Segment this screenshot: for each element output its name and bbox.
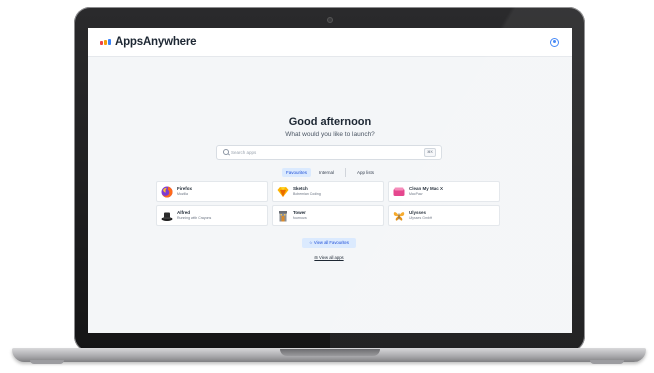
app-card-tower[interactable]: Tower fournova xyxy=(272,205,384,226)
app-card-cleanmymac[interactable]: Clean My Mac X MacPaw xyxy=(388,181,500,202)
app-publisher-label: Bohemian Coding xyxy=(293,192,321,196)
app-card-sketch[interactable]: Sketch Bohemian Coding xyxy=(272,181,384,202)
greeting-heading: Good afternoon xyxy=(288,116,372,128)
logo-bars-icon xyxy=(100,39,111,45)
view-all-favourites-button[interactable]: ☆ View all Favourites xyxy=(302,238,356,248)
screen: AppsAnywhere Good afternoon What would y… xyxy=(88,28,572,333)
app-publisher-label: Running with Crayons xyxy=(177,216,212,220)
app-publisher-label: Mozilla xyxy=(177,192,188,196)
sketch-icon xyxy=(277,186,289,197)
shortcut-badge: ⌘K xyxy=(424,148,436,157)
top-bar: AppsAnywhere xyxy=(88,28,572,57)
laptop-notch xyxy=(280,349,380,356)
favourites-grid: Firefox Mozilla Sketch Bohemian Coding C… xyxy=(156,181,501,226)
tab-internal[interactable]: Internal xyxy=(315,168,338,177)
search-icon xyxy=(223,149,229,155)
app-publisher-label: fournova xyxy=(293,216,307,220)
tab-favourites[interactable]: Favourites xyxy=(281,168,311,177)
app-publisher-label: Ulysses GmbH xyxy=(409,216,433,220)
app-card-alfred[interactable]: Alfred Running with Crayons xyxy=(156,205,268,226)
laptop-foot-left xyxy=(30,360,64,364)
app-card-firefox[interactable]: Firefox Mozilla xyxy=(156,181,268,202)
tower-icon xyxy=(279,210,287,221)
camera-icon xyxy=(327,17,333,23)
laptop-frame: AppsAnywhere Good afternoon What would y… xyxy=(0,0,654,373)
search-input[interactable] xyxy=(231,148,411,157)
user-circle-icon[interactable] xyxy=(550,38,559,47)
ulysses-icon xyxy=(393,211,405,221)
firefox-icon xyxy=(161,185,173,197)
app-name: AppsAnywhere xyxy=(115,36,197,48)
search-bar[interactable]: ⌘K xyxy=(216,145,442,160)
tab-app-lists[interactable]: App lists xyxy=(353,168,378,177)
alfred-icon xyxy=(161,212,173,221)
laptop-foot-right xyxy=(590,360,624,364)
app-card-ulysses[interactable]: Ulysses Ulysses GmbH xyxy=(388,205,500,226)
view-all-apps-link[interactable]: ⊞ View all apps xyxy=(310,254,348,262)
tab-bar: Favourites Internal App lists xyxy=(88,168,572,177)
greeting-subtitle: What would you like to launch? xyxy=(285,131,375,138)
app-publisher-label: MacPaw xyxy=(409,192,423,196)
app-logo[interactable]: AppsAnywhere xyxy=(100,36,197,48)
tab-divider xyxy=(345,168,346,177)
cleanmymac-icon xyxy=(393,187,405,196)
